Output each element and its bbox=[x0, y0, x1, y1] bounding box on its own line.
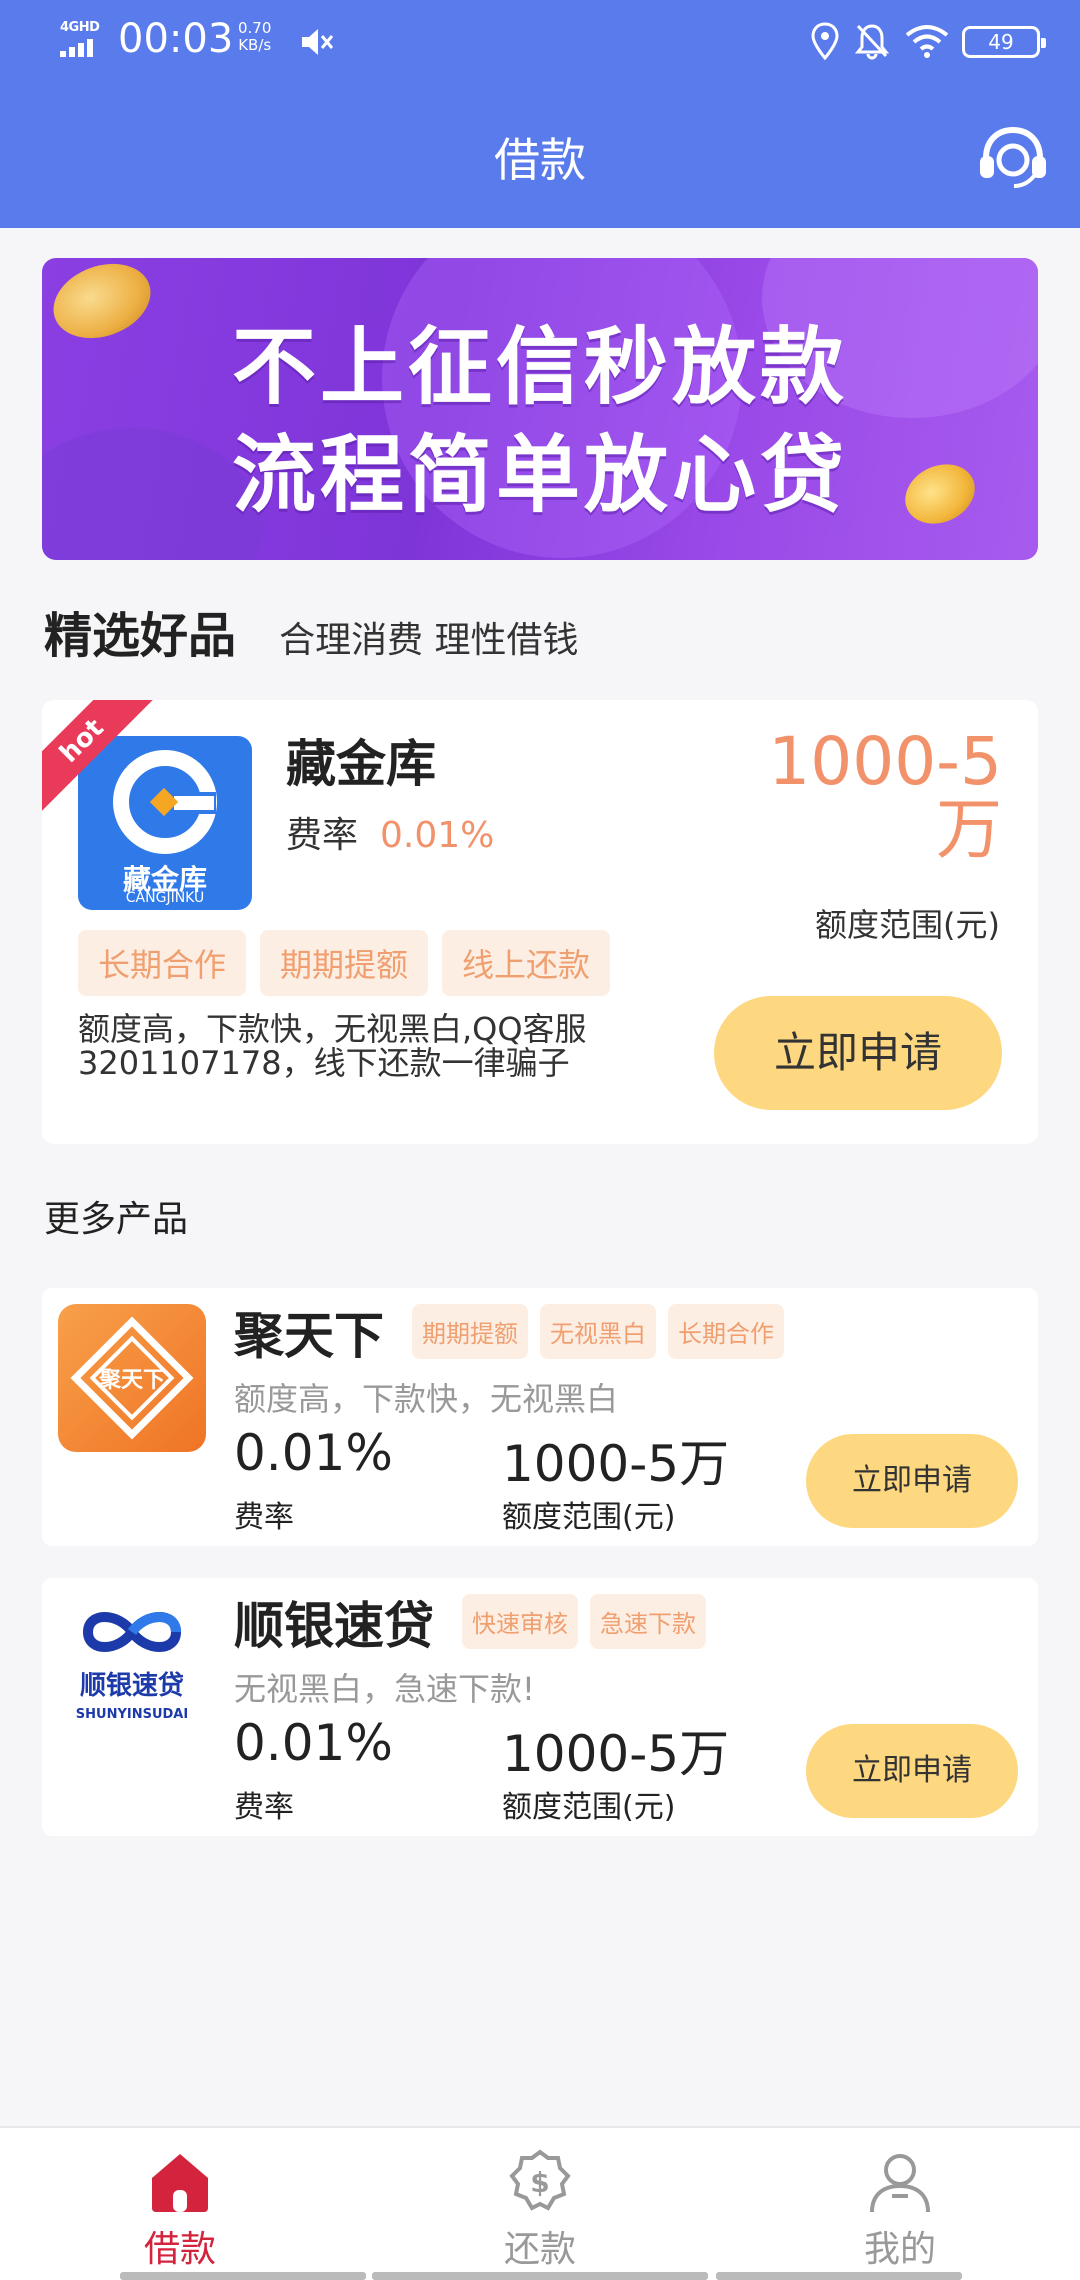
featured-product-card[interactable]: 藏金库 CANGJINKU hot 藏金库 费率 0.01% 1000-5 万 额… bbox=[42, 700, 1038, 1144]
speed-value: 0.70 bbox=[238, 19, 272, 37]
featured-section-header: 精选好品 合理消费 理性借钱 bbox=[44, 596, 579, 666]
battery-icon: 49 bbox=[962, 26, 1046, 58]
amount-label: 额度范围(元) bbox=[815, 906, 1000, 944]
amount-label: 额度范围(元) bbox=[502, 1500, 676, 1535]
amount-label: 额度范围(元) bbox=[502, 1790, 676, 1825]
tab-label: 还款 bbox=[503, 2229, 576, 2270]
page-title: 借款 bbox=[494, 133, 586, 187]
rate-value: 0.01% bbox=[234, 1714, 393, 1772]
product-name: 聚天下 bbox=[234, 1307, 384, 1365]
product-card-shunyinsudai[interactable]: 顺银速贷 SHUNYINSUDAI 顺银速贷 快速审核 急速下款 无视黑白，急速下… bbox=[42, 1578, 1038, 1836]
more-products-title: 更多产品 bbox=[44, 1199, 189, 1240]
tag: 长期合作 bbox=[668, 1304, 784, 1359]
apply-button[interactable]: 立即申请 bbox=[714, 996, 1002, 1110]
shunyinsudai-logo: 顺银速贷 SHUNYINSUDAI bbox=[58, 1594, 206, 1742]
featured-section-title: 精选好品 bbox=[44, 608, 237, 664]
tab-label: 我的 bbox=[863, 2229, 936, 2270]
apply-button[interactable]: 立即申请 bbox=[806, 1724, 1018, 1818]
product-tags: 快速审核 急速下款 bbox=[462, 1594, 718, 1649]
tag: 无视黑白 bbox=[540, 1304, 656, 1359]
dollar-badge-icon: $ bbox=[509, 2149, 571, 2211]
banner-line-2: 流程简单放心贷 bbox=[231, 426, 848, 524]
nav-indicator bbox=[716, 2272, 962, 2280]
customer-service-icon[interactable] bbox=[976, 126, 1050, 190]
amount-value: 1000-5万 bbox=[502, 1435, 730, 1493]
nav-indicator bbox=[372, 2272, 708, 2280]
tag: 期期提额 bbox=[412, 1304, 528, 1359]
product-tags: 长期合作 期期提额 线上还款 bbox=[78, 930, 624, 996]
tag: 长期合作 bbox=[78, 930, 247, 996]
bell-off-icon bbox=[854, 24, 890, 60]
product-card-jutianxia[interactable]: 聚天下 聚天下 期期提额 无视黑白 长期合作 额度高，下款快，无视黑白 0.01% … bbox=[42, 1288, 1038, 1546]
rate-value: 0.01% bbox=[380, 815, 495, 856]
signal-icon: 4GHD bbox=[58, 20, 104, 58]
mute-icon bbox=[302, 29, 334, 55]
product-description: 额度高，下款快，无视黑白,QQ客服3201107178，线下还款一律骗子 bbox=[78, 1010, 587, 1082]
app-header: 4GHD 00:03 0.70 KB/s 49 借款 bbox=[0, 0, 1080, 228]
home-icon bbox=[152, 2154, 208, 2212]
svg-text:$: $ bbox=[530, 2166, 549, 2199]
tab-mine[interactable]: 我的 bbox=[720, 2128, 1080, 2280]
tag: 急速下款 bbox=[590, 1594, 706, 1649]
apply-button[interactable]: 立即申请 bbox=[806, 1434, 1018, 1528]
tab-repay[interactable]: $ 还款 bbox=[360, 2128, 720, 2280]
speed-unit: KB/s bbox=[238, 36, 272, 54]
logo-subtext: SHUNYINSUDAI bbox=[76, 1707, 188, 1722]
bottom-tab-bar: 借款 $ 还款 我的 bbox=[0, 2126, 1080, 2280]
jutianxia-logo: 聚天下 bbox=[58, 1304, 206, 1452]
rate-value: 0.01% bbox=[234, 1424, 393, 1482]
featured-section-subtitle: 合理消费 理性借钱 bbox=[279, 620, 579, 661]
amount-value: 1000-5万 bbox=[502, 1725, 730, 1783]
product-name: 藏金库 bbox=[286, 735, 436, 793]
tag: 线上还款 bbox=[442, 930, 611, 996]
product-description: 无视黑白，急速下款! bbox=[234, 1670, 535, 1708]
nav-indicator bbox=[120, 2272, 366, 2280]
rate-label: 费率 bbox=[234, 1500, 294, 1535]
network-speed: 0.70 KB/s bbox=[238, 20, 271, 54]
banner-line-1: 不上征信秒放款 bbox=[231, 318, 848, 416]
logo-subtext: CANGJINKU bbox=[125, 890, 205, 906]
amount-line-2: 万 bbox=[936, 791, 1002, 868]
amount-line-1: 1000-5 bbox=[768, 723, 1002, 800]
product-description: 额度高，下款快，无视黑白 bbox=[234, 1380, 619, 1418]
tag: 期期提额 bbox=[260, 930, 429, 996]
product-rate: 费率 0.01% bbox=[286, 806, 494, 858]
promo-banner[interactable]: 不上征信秒放款 流程简单放心贷 bbox=[42, 258, 1038, 560]
tag: 快速审核 bbox=[462, 1594, 578, 1649]
wifi-icon bbox=[905, 25, 949, 58]
user-icon bbox=[870, 2154, 930, 2213]
tab-loan[interactable]: 借款 bbox=[0, 2128, 360, 2280]
rate-label: 费率 bbox=[234, 1790, 294, 1825]
logo-text: 顺银速贷 bbox=[80, 1670, 184, 1701]
rate-label: 费率 bbox=[286, 815, 359, 856]
network-type: 4GHD bbox=[60, 20, 100, 35]
tab-label: 借款 bbox=[143, 2229, 216, 2270]
product-tags: 期期提额 无视黑白 长期合作 bbox=[412, 1304, 796, 1359]
amount-range: 1000-5 万 bbox=[702, 728, 1002, 864]
logo-text: 聚天下 bbox=[98, 1368, 165, 1393]
product-name: 顺银速贷 bbox=[234, 1597, 434, 1655]
location-icon bbox=[811, 22, 839, 60]
cangjinku-logo: 藏金库 CANGJINKU bbox=[78, 736, 252, 910]
status-bar: 4GHD 00:03 0.70 KB/s 49 bbox=[0, 0, 1080, 84]
status-time: 00:03 bbox=[118, 16, 234, 62]
